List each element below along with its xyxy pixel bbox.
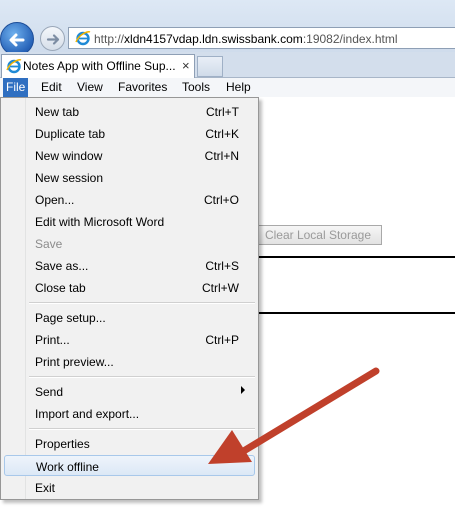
menu-item-shortcut: Ctrl+W: [202, 281, 239, 295]
menu-help[interactable]: Help: [226, 80, 251, 94]
menu-item-label: Import and export...: [35, 407, 140, 421]
tab-title: Notes App with Offline Sup...: [23, 59, 176, 73]
address-url[interactable]: http://xldn4157vdap.ldn.swissbank.com:19…: [94, 32, 398, 46]
menu-separator: [29, 376, 255, 378]
page-divider: [256, 312, 455, 314]
menu-item-label: Exit: [35, 481, 56, 495]
menu-item-close-tab[interactable]: Close tab Ctrl+W: [4, 277, 255, 298]
menu-item-save-as[interactable]: Save as... Ctrl+S: [4, 255, 255, 276]
forward-arrow-icon: [46, 34, 60, 45]
menu-item-label: Open...: [35, 193, 75, 207]
forward-button[interactable]: [40, 26, 65, 51]
menu-item-new-session[interactable]: New session: [4, 167, 255, 188]
menu-item-label: Save as...: [35, 259, 89, 273]
menu-item-edit-with-microsoft-word[interactable]: Edit with Microsoft Word: [4, 211, 255, 232]
menu-view[interactable]: View: [77, 80, 103, 94]
menu-item-work-offline[interactable]: Work offline: [4, 455, 255, 476]
menu-item-new-window[interactable]: New window Ctrl+N: [4, 145, 255, 166]
menu-item-duplicate-tab[interactable]: Duplicate tab Ctrl+K: [4, 123, 255, 144]
menu-item-label: Properties: [35, 437, 90, 451]
menu-item-print-preview[interactable]: Print preview...: [4, 351, 255, 372]
menu-separator: [29, 302, 255, 304]
menu-item-label: New window: [35, 149, 103, 163]
menu-item-shortcut: Ctrl+N: [204, 149, 239, 163]
menu-item-import-and-export[interactable]: Import and export...: [4, 403, 255, 424]
ie-logo-icon: [6, 59, 22, 74]
tab-close-icon[interactable]: ×: [182, 58, 190, 73]
menu-item-label: Page setup...: [35, 311, 106, 325]
menu-item-shortcut: Ctrl+O: [203, 193, 239, 207]
url-host: xldn4157vdap.ldn.swissbank.com: [124, 32, 303, 46]
menu-item-new-tab[interactable]: New tab Ctrl+T: [4, 101, 255, 122]
menu-item-page-setup[interactable]: Page setup...: [4, 307, 255, 328]
menu-file[interactable]: File: [3, 78, 29, 97]
menu-item-exit[interactable]: Exit: [4, 477, 255, 498]
menu-item-shortcut: Ctrl+S: [205, 259, 239, 273]
file-menu-dropdown: New tab Ctrl+T Duplicate tab Ctrl+K New wind…: [0, 97, 259, 500]
menu-item-label: Print preview...: [35, 355, 114, 369]
tab-notes-app[interactable]: Notes App with Offline Sup... ×: [1, 54, 195, 78]
menu-item-label: New tab: [35, 105, 80, 119]
menu-item-label: Duplicate tab: [35, 127, 106, 141]
menu-item-save: Save: [4, 233, 255, 254]
menu-item-properties[interactable]: Properties: [4, 433, 255, 454]
address-bar[interactable]: http://xldn4157vdap.ldn.swissbank.com:19…: [68, 27, 455, 49]
menu-item-shortcut: Ctrl+P: [205, 333, 239, 347]
menu-item-label: New session: [35, 171, 104, 185]
ie-logo-icon: [75, 31, 91, 46]
menu-item-label: Close tab: [35, 281, 86, 295]
url-path: :19082/index.html: [302, 32, 398, 46]
back-button[interactable]: [0, 22, 34, 56]
menu-item-label: Save: [35, 237, 63, 251]
menu-item-shortcut: Ctrl+T: [206, 105, 239, 119]
menu-bar: File Edit View Favorites Tools Help: [0, 78, 455, 97]
menu-tools[interactable]: Tools: [182, 80, 210, 94]
submenu-arrow-icon: [241, 386, 245, 394]
menu-item-label: Work offline: [36, 460, 99, 474]
menu-favorites[interactable]: Favorites: [118, 80, 167, 94]
menu-item-open[interactable]: Open... Ctrl+O: [4, 189, 255, 210]
menu-edit[interactable]: Edit: [41, 80, 62, 94]
menu-item-print[interactable]: Print... Ctrl+P: [4, 329, 255, 350]
menu-item-label: Edit with Microsoft Word: [35, 215, 165, 229]
menu-item-send[interactable]: Send: [4, 381, 255, 402]
menu-item-shortcut: Ctrl+K: [205, 127, 239, 141]
navigation-bar: http://xldn4157vdap.ldn.swissbank.com:19…: [0, 0, 455, 56]
new-tab-button[interactable]: [197, 56, 223, 77]
menu-item-label: Print...: [35, 333, 70, 347]
tab-row: Notes App with Offline Sup... ×: [0, 52, 455, 78]
menu-item-label: Send: [35, 385, 64, 399]
menu-separator: [29, 428, 255, 430]
url-scheme: http://: [94, 32, 125, 46]
page-divider: [256, 256, 455, 258]
